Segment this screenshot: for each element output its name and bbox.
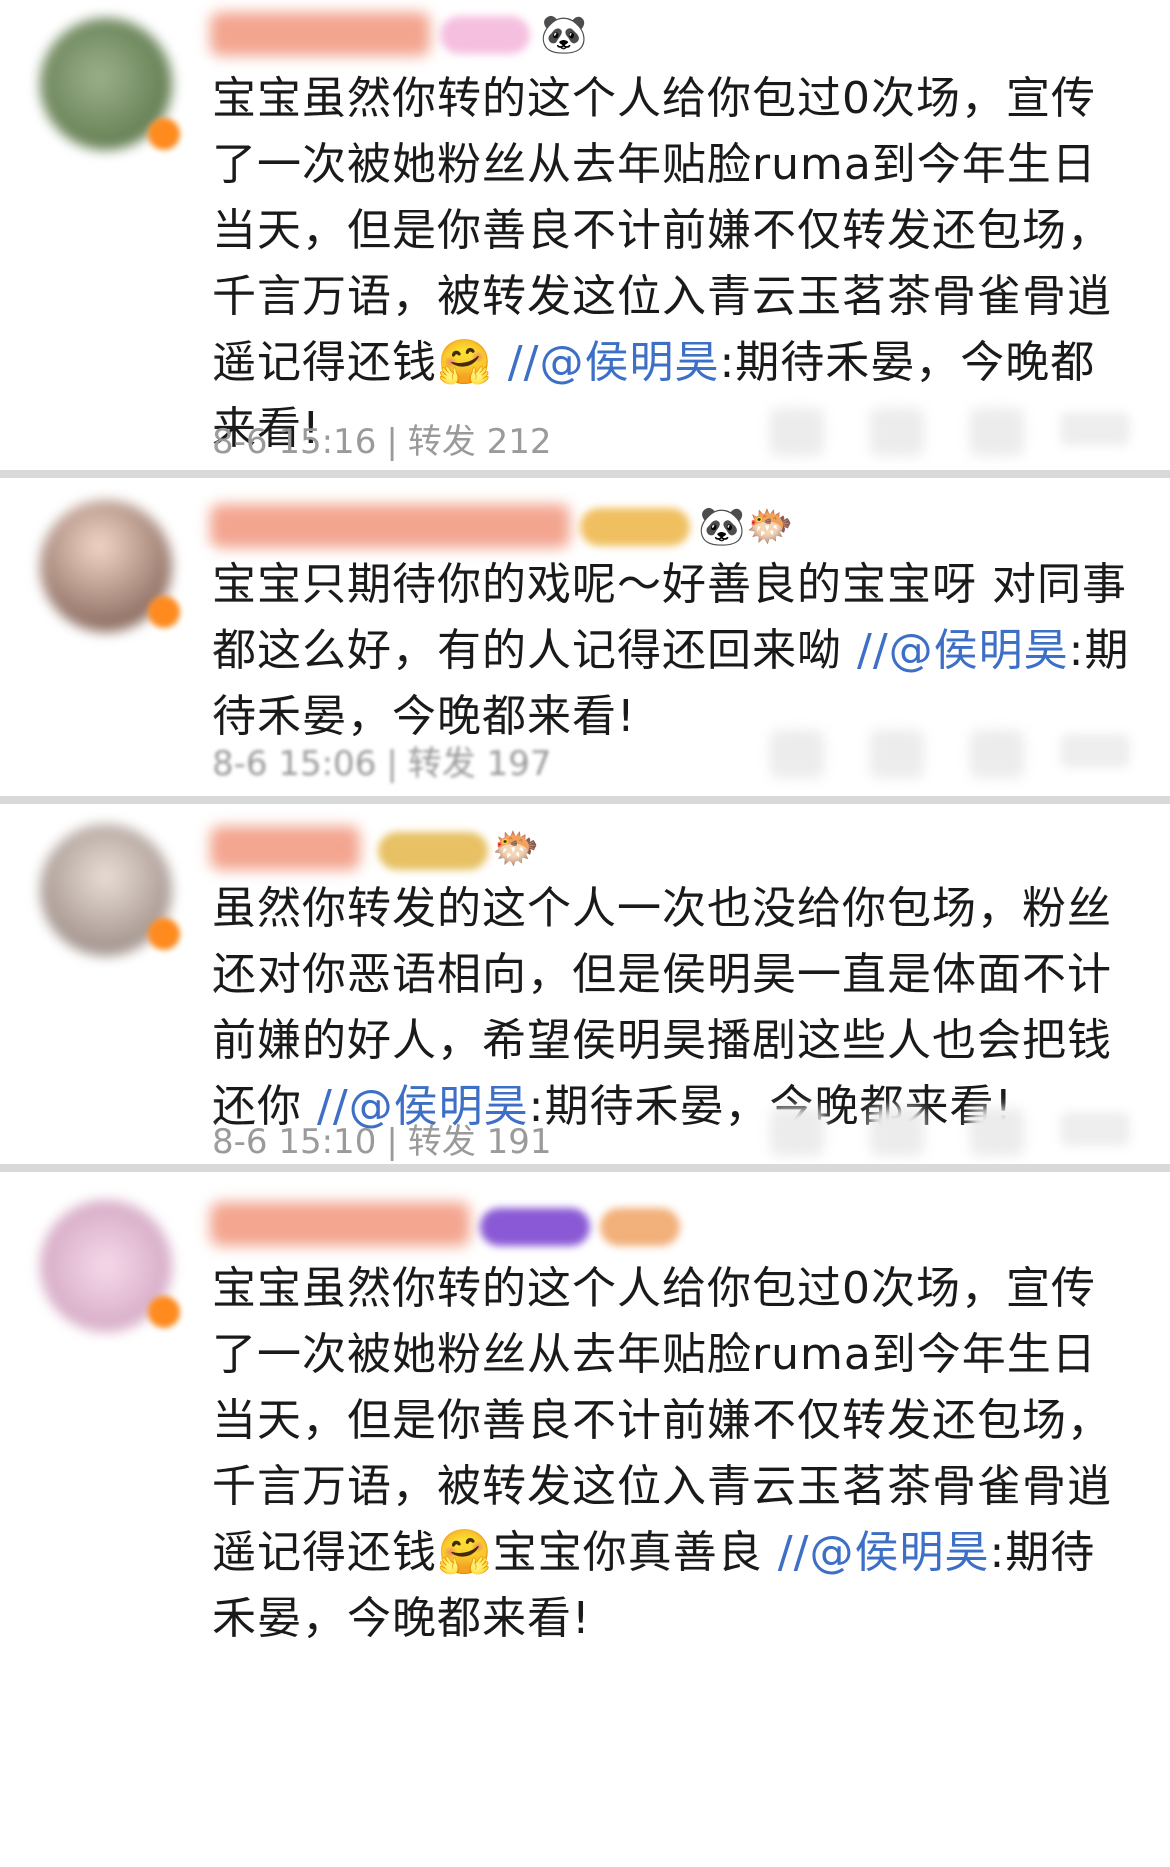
- username[interactable]: [210, 12, 430, 56]
- action-bar: [770, 402, 1130, 462]
- verified-badge-icon: [148, 118, 180, 150]
- comment-icon[interactable]: [870, 730, 924, 778]
- comment-meta: 8-6 15:06 | 转发 197: [212, 736, 552, 785]
- verified-badge-icon: [148, 596, 180, 628]
- comment-extra: 宝宝你真善良: [492, 1527, 763, 1578]
- comment-card: 🐼 🐡 宝宝只期待你的戏呢～好善良的宝宝呀 对同事都这么好，有的人记得还回来呦 …: [0, 478, 1170, 796]
- mention-link[interactable]: //@侯明昊: [508, 337, 720, 388]
- left-edge-fade: [190, 60, 218, 460]
- user-tag: [440, 16, 530, 54]
- action-bar: [770, 724, 1130, 784]
- mention-link[interactable]: //@侯明昊: [857, 625, 1069, 676]
- like-count: [1060, 1112, 1130, 1146]
- divider: |: [386, 1122, 398, 1162]
- action-bar: [770, 1102, 1130, 1162]
- timestamp: 8-6 15:06: [212, 744, 377, 784]
- comment-card: 🐼 宝宝虽然你转的这个人给你包过0次场，宣传了一次被她粉丝从去年贴脸ruma到今…: [0, 0, 1170, 470]
- repost-count: 191: [486, 1122, 552, 1162]
- user-tag-2: [600, 1208, 680, 1246]
- repost-count: 197: [486, 744, 552, 784]
- comment-text: 宝宝虽然你转的这个人给你包过0次场，宣传了一次被她粉丝从去年贴脸ruma到今年生…: [212, 1256, 1132, 1652]
- verified-badge-icon: [148, 1296, 180, 1328]
- divider: |: [386, 422, 398, 462]
- left-edge-fade: [190, 874, 218, 1154]
- like-icon[interactable]: [970, 730, 1024, 778]
- left-edge-fade: [190, 548, 218, 788]
- pufferfish-icon: 🐡: [746, 504, 794, 548]
- hug-emoji-icon: 🤗: [437, 337, 493, 388]
- repost-label[interactable]: 转发: [408, 422, 476, 462]
- hug-emoji-icon: 🤗: [437, 1527, 493, 1578]
- user-tag: [580, 508, 690, 546]
- share-icon[interactable]: [770, 408, 824, 456]
- comment-text: 虽然你转发的这个人一次也没给你包场，粉丝还对你恶语相向，但是侯明昊一直是体面不计…: [212, 876, 1132, 1140]
- comment-icon[interactable]: [870, 408, 924, 456]
- panda-icon: 🐼: [698, 504, 746, 548]
- like-count: [1060, 734, 1130, 768]
- comment-meta: 8-6 15:16 | 转发 212: [212, 414, 552, 463]
- comment-card: 🐡 虽然你转发的这个人一次也没给你包场，粉丝还对你恶语相向，但是侯明昊一直是体面…: [0, 804, 1170, 1164]
- verified-badge-icon: [148, 918, 180, 950]
- repost-label[interactable]: 转发: [408, 744, 476, 784]
- comment-card: 宝宝虽然你转的这个人给你包过0次场，宣传了一次被她粉丝从去年贴脸ruma到今年生…: [0, 1172, 1170, 1867]
- timestamp: 8-6 15:16: [212, 422, 377, 462]
- divider: |: [386, 744, 398, 784]
- mention-link[interactable]: //@侯明昊: [778, 1527, 990, 1578]
- timestamp: 8-6 15:10: [212, 1122, 377, 1162]
- repost-label[interactable]: 转发: [408, 1122, 476, 1162]
- username[interactable]: [210, 1202, 470, 1246]
- like-count: [1060, 412, 1130, 446]
- share-icon[interactable]: [770, 1108, 824, 1156]
- user-tag: [480, 1208, 590, 1246]
- repost-count: 212: [486, 422, 552, 462]
- like-icon[interactable]: [970, 1108, 1024, 1156]
- pufferfish-icon: 🐡: [492, 826, 540, 870]
- username[interactable]: [210, 826, 360, 870]
- share-icon[interactable]: [770, 730, 824, 778]
- comment-text: 宝宝只期待你的戏呢～好善良的宝宝呀 对同事都这么好，有的人记得还回来呦 //@侯…: [212, 552, 1132, 750]
- comment-icon[interactable]: [870, 1108, 924, 1156]
- like-icon[interactable]: [970, 408, 1024, 456]
- username[interactable]: [210, 504, 570, 548]
- level-tag: [378, 832, 488, 870]
- panda-icon: 🐼: [540, 12, 588, 56]
- comment-meta: 8-6 15:10 | 转发 191: [212, 1114, 552, 1163]
